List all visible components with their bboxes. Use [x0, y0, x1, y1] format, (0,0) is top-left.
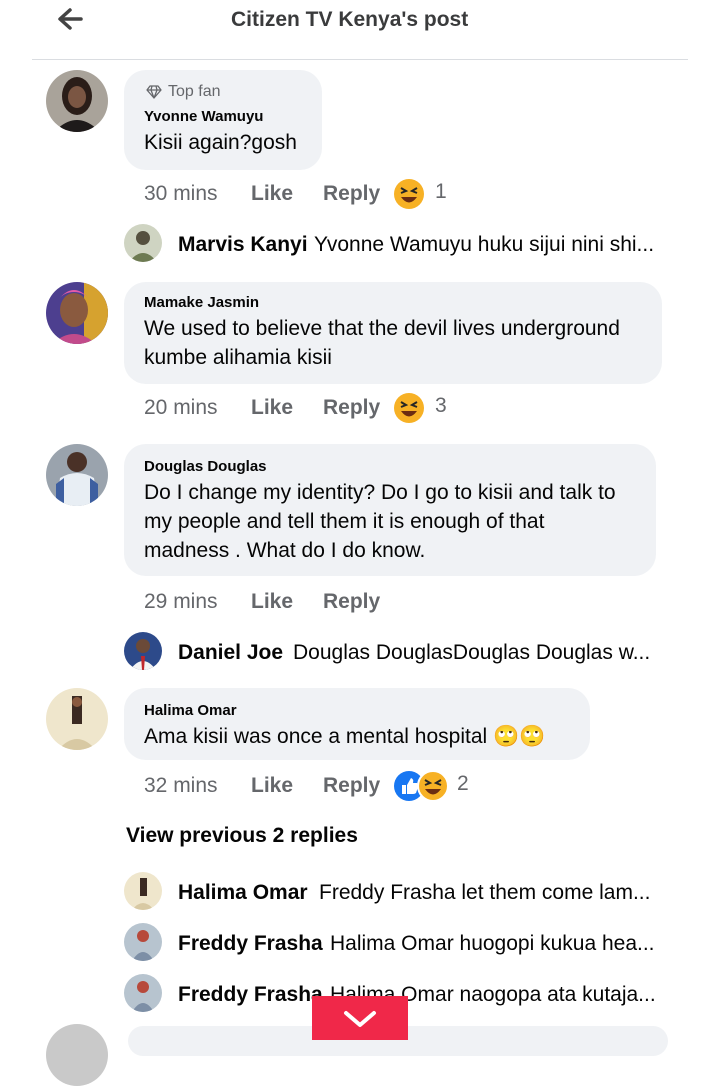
comment-author[interactable]: Douglas Douglas [144, 458, 267, 475]
avatar[interactable] [124, 923, 162, 961]
avatar[interactable] [124, 224, 162, 262]
reply-text: Yvonne Wamuyu huku sijui nini shi... [314, 233, 655, 256]
reply-preview[interactable]: Daniel Joe Douglas DouglasDouglas Dougla… [124, 632, 684, 672]
comment-actions: 20 mins Like Reply 3 [144, 392, 464, 424]
avatar[interactable] [124, 974, 162, 1012]
reply-button[interactable]: Reply [323, 396, 380, 420]
comment-time: 30 mins [144, 182, 218, 205]
like-button[interactable]: Like [251, 396, 293, 420]
comment-text-line: kumbe alihamia kisii [144, 346, 332, 369]
comment-author[interactable]: Yvonne Wamuyu [144, 108, 263, 125]
comment-time: 20 mins [144, 396, 218, 419]
haha-icon[interactable] [417, 770, 449, 802]
avatar[interactable] [46, 1024, 108, 1086]
reply-author[interactable]: Marvis Kanyi [178, 233, 308, 257]
avatar[interactable] [46, 282, 108, 344]
reply-text: Douglas DouglasDouglas Douglas w... [293, 641, 651, 664]
avatar[interactable] [46, 688, 108, 750]
page-title: Citizen TV Kenya's post [231, 8, 469, 31]
reply-text: Halima Omar huogopi kukua hea... [330, 932, 655, 955]
comment-bubble[interactable]: Douglas Douglas Do I change my identity?… [124, 444, 656, 576]
reply-preview[interactable]: Marvis Kanyi Yvonne Wamuyu huku sijui ni… [124, 224, 684, 264]
comment-actions: 32 mins Like Reply 2 [144, 770, 484, 802]
reply-author[interactable]: Freddy Frasha [178, 932, 323, 956]
badge-label: Top fan [168, 83, 221, 100]
reply-button[interactable]: Reply [323, 182, 380, 206]
like-button[interactable]: Like [251, 182, 293, 206]
comment-time: 32 mins [144, 774, 218, 797]
reply-author[interactable]: Halima Omar [178, 881, 308, 905]
comment-bubble[interactable]: Top fan Yvonne Wamuyu Kisii again?gosh [124, 70, 322, 170]
reply-preview[interactable]: Halima Omar Freddy Frasha let them come … [124, 872, 684, 912]
comment-text: Ama kisii was once a mental hospital 🙄🙄 [144, 725, 546, 748]
header-divider [32, 59, 688, 60]
comment-text-line: We used to believe that the devil lives … [144, 317, 620, 340]
reply-button[interactable]: Reply [323, 590, 380, 614]
reply-author[interactable]: Freddy Frasha [178, 983, 323, 1007]
view-previous-replies[interactable]: View previous 2 replies [126, 824, 358, 848]
reply-preview[interactable]: Freddy Frasha Halima Omar huogopi kukua … [124, 923, 684, 963]
comment-bubble[interactable]: Halima Omar Ama kisii was once a mental … [124, 688, 590, 760]
reaction-count[interactable]: 1 [435, 180, 447, 204]
reply-text: Freddy Frasha let them come lam... [319, 881, 651, 904]
haha-icon[interactable] [393, 178, 425, 210]
chevron-down-icon [344, 1011, 376, 1027]
like-button[interactable]: Like [251, 590, 293, 614]
reaction-count[interactable]: 3 [435, 394, 447, 418]
reaction-count[interactable]: 2 [457, 772, 469, 796]
diamond-icon [146, 85, 162, 99]
comment-actions: 29 mins Like Reply [144, 586, 464, 618]
avatar[interactable] [46, 70, 108, 132]
top-fan-badge: Top fan [146, 83, 220, 101]
comment-text-line: Do I change my identity? Do I go to kisi… [144, 481, 616, 504]
comment-bubble[interactable]: Mamake Jasmin We used to believe that th… [124, 282, 662, 384]
avatar[interactable] [124, 632, 162, 670]
comment-author[interactable]: Halima Omar [144, 702, 237, 719]
haha-icon[interactable] [393, 392, 425, 424]
comment-author[interactable]: Mamake Jasmin [144, 294, 259, 311]
comment-text-line: madness . What do I do know. [144, 539, 426, 562]
avatar[interactable] [124, 872, 162, 910]
comment-actions: 30 mins Like Reply 1 [144, 178, 464, 210]
comment-time: 29 mins [144, 590, 218, 613]
comment-text: Kisii again?gosh [144, 131, 297, 154]
reply-author[interactable]: Daniel Joe [178, 641, 283, 665]
back-arrow-icon[interactable] [54, 4, 88, 34]
post-header: Citizen TV Kenya's post [0, 0, 720, 60]
scroll-down-button[interactable] [312, 996, 408, 1040]
avatar[interactable] [46, 444, 108, 506]
reply-button[interactable]: Reply [323, 774, 380, 798]
comment-text-line: my people and tell them it is enough of … [144, 510, 545, 533]
like-button[interactable]: Like [251, 774, 293, 798]
